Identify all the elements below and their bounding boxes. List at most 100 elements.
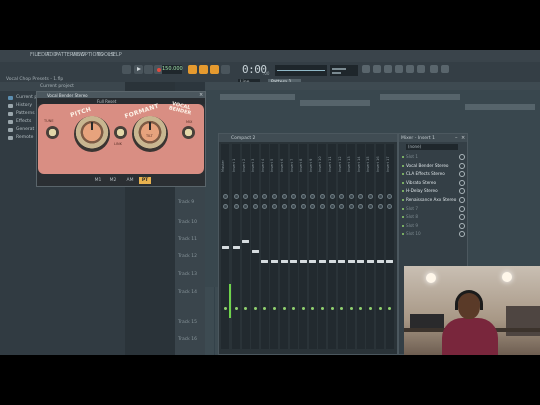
playlist-clip[interactable] — [465, 104, 535, 110]
insert-input-select[interactable]: (none) — [406, 144, 458, 150]
slot-enable-led[interactable] — [402, 181, 404, 184]
playlist-clip[interactable] — [380, 94, 460, 100]
volume-fader[interactable] — [221, 246, 229, 249]
mixer-strip[interactable] — [308, 144, 317, 349]
volume-fader[interactable] — [309, 260, 317, 263]
browser-item-history[interactable]: History — [8, 103, 32, 108]
tab-am[interactable]: AM — [124, 177, 136, 184]
slot-enable-led[interactable] — [402, 190, 404, 193]
slot-mix-knob[interactable] — [459, 162, 465, 169]
slot-mix-knob[interactable] — [459, 205, 465, 212]
slot-enable-led[interactable] — [402, 173, 404, 176]
pan-knob[interactable] — [281, 194, 287, 199]
stereo-knob[interactable] — [281, 204, 287, 209]
pan-knob[interactable] — [233, 194, 239, 199]
route-indicator[interactable] — [234, 307, 238, 310]
slot-enable-led[interactable] — [402, 156, 404, 158]
route-indicator[interactable] — [253, 307, 257, 310]
tab-pt[interactable]: PT — [139, 177, 151, 184]
slot-enable-led[interactable] — [402, 199, 404, 201]
mixer-strip[interactable] — [328, 144, 336, 349]
stereo-knob[interactable] — [222, 204, 228, 209]
volume-fader[interactable] — [328, 260, 336, 263]
volume-fader[interactable] — [318, 260, 326, 263]
mixer-strip[interactable] — [270, 144, 279, 349]
stereo-knob[interactable] — [329, 204, 335, 209]
mixer-strip[interactable] — [366, 144, 375, 349]
stop-button[interactable] — [144, 65, 153, 74]
pattern-song-toggle[interactable] — [122, 65, 131, 74]
channel-rack-icon[interactable] — [384, 65, 392, 73]
pan-knob[interactable] — [348, 194, 354, 199]
effect-slot[interactable]: Slot 9 — [401, 222, 467, 230]
mixer-strip[interactable] — [385, 144, 394, 349]
slot-enable-led[interactable] — [402, 207, 404, 210]
metronome-button[interactable] — [188, 65, 197, 74]
track-label[interactable]: Track 14 — [178, 290, 197, 295]
link-knob[interactable] — [114, 126, 127, 139]
mixer-strip[interactable] — [356, 144, 365, 349]
menu-help[interactable]: HELP — [109, 52, 122, 58]
pan-knob[interactable] — [271, 194, 277, 199]
mixer-strip[interactable] — [337, 144, 346, 349]
pan-knob[interactable] — [222, 194, 228, 199]
mixer-strip[interactable] — [260, 144, 269, 349]
browser-item-current-project[interactable]: Current p — [8, 95, 37, 100]
slot-enable-led[interactable] — [402, 233, 404, 236]
route-indicator[interactable] — [330, 307, 334, 310]
volume-fader[interactable] — [366, 260, 374, 263]
route-indicator[interactable] — [282, 307, 286, 310]
pan-knob[interactable] — [319, 194, 325, 199]
route-indicator[interactable] — [223, 307, 227, 310]
pan-knob[interactable] — [377, 194, 383, 199]
mixer-strip[interactable] — [299, 144, 308, 349]
track-label[interactable]: Track 9 — [178, 200, 194, 205]
news-icon[interactable] — [441, 65, 449, 73]
plugin-picker-icon[interactable] — [406, 65, 414, 73]
browser-item-generators[interactable]: Generat — [8, 127, 34, 132]
mixer-strip[interactable] — [280, 144, 288, 349]
tune-knob[interactable] — [46, 126, 59, 139]
volume-fader[interactable] — [242, 240, 250, 243]
preset-name[interactable]: Full Reset — [97, 99, 116, 104]
mixer-strip[interactable] — [376, 144, 384, 349]
slot-mix-knob[interactable] — [459, 231, 465, 238]
stereo-knob[interactable] — [348, 204, 354, 209]
browser-item-effects[interactable]: Effects — [8, 119, 31, 124]
route-indicator[interactable] — [272, 307, 276, 310]
slot-enable-led[interactable] — [402, 164, 404, 167]
volume-fader[interactable] — [299, 260, 307, 263]
effect-slot[interactable]: Renaissance Axx Stereo — [401, 196, 467, 204]
volume-fader[interactable] — [232, 246, 240, 249]
play-button[interactable] — [134, 65, 143, 74]
effect-slot[interactable]: Vocal Bender Stereo — [401, 162, 467, 170]
volume-fader[interactable] — [357, 260, 365, 263]
stereo-knob[interactable] — [233, 204, 239, 209]
countdown-button[interactable] — [199, 65, 208, 74]
slot-mix-knob[interactable] — [459, 171, 465, 178]
playlist-clip[interactable] — [220, 94, 295, 100]
stereo-knob[interactable] — [300, 204, 306, 209]
volume-fader[interactable] — [376, 260, 384, 263]
volume-fader[interactable] — [261, 260, 269, 263]
mixer-strip[interactable] — [241, 144, 250, 349]
pan-knob[interactable] — [252, 194, 258, 199]
track-label[interactable]: Track 12 — [178, 254, 197, 259]
route-indicator[interactable] — [378, 307, 382, 310]
effect-slot[interactable]: Slot 1 — [401, 153, 467, 161]
route-indicator[interactable] — [301, 307, 305, 310]
slot-mix-knob[interactable] — [459, 222, 465, 229]
mixer-strip[interactable] — [289, 144, 298, 349]
volume-fader[interactable] — [251, 250, 259, 253]
volume-fader[interactable] — [270, 260, 278, 263]
stereo-knob[interactable] — [377, 204, 383, 209]
track-label[interactable]: Track 13 — [178, 272, 197, 277]
pitch-knob[interactable] — [74, 116, 110, 152]
effect-slot[interactable]: Vibrato Stereo — [401, 179, 467, 187]
pan-knob[interactable] — [367, 194, 373, 199]
slot-enable-led[interactable] — [402, 224, 404, 227]
browser-item-remote[interactable]: Remote — [8, 135, 33, 140]
effect-slot[interactable]: H-Delay Stereo — [401, 187, 467, 195]
mixer-strip[interactable] — [318, 144, 327, 349]
volume-fader[interactable] — [338, 260, 346, 263]
